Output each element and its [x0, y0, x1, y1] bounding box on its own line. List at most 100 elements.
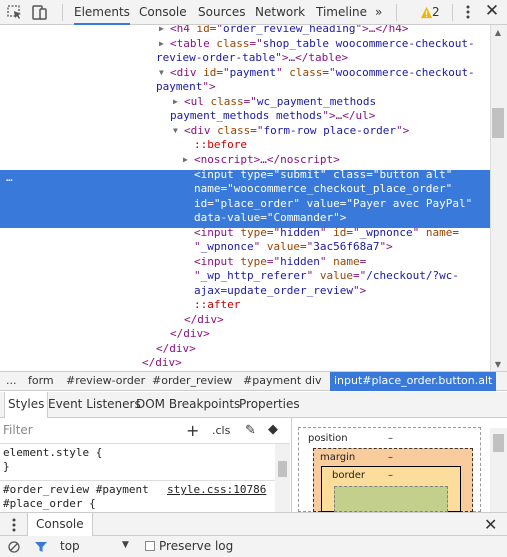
computed-styles-icon[interactable]: ◆: [268, 422, 278, 437]
clear-console-icon[interactable]: [8, 541, 20, 553]
box-model-margin-label: margin: [320, 452, 356, 463]
collapse-arrow-icon[interactable]: ▼: [159, 66, 164, 81]
expand-arrow-icon[interactable]: ▶: [159, 25, 164, 37]
more-tabs-button[interactable]: »: [375, 0, 382, 25]
breadcrumb-item[interactable]: div: [301, 372, 326, 391]
toolbar-separator: [62, 4, 63, 21]
dom-token: submit: [280, 168, 320, 181]
styles-filter-input[interactable]: Filter: [3, 423, 33, 437]
dom-node-table[interactable]: ▶ <table class="shop_table woocommerce-ch…: [159, 37, 507, 52]
drawer-tab-console[interactable]: Console: [27, 513, 93, 536]
breadcrumb-item[interactable]: #order_review: [148, 372, 236, 391]
dom-token: ": [319, 226, 334, 239]
dom-token: name: [425, 226, 453, 239]
dom-node-input-referer[interactable]: <input type="hidden" name=: [194, 255, 507, 270]
box-model-scrollbar-thumb[interactable]: [493, 434, 504, 452]
tab-console[interactable]: Console: [139, 0, 187, 25]
device-mode-icon[interactable]: [31, 3, 49, 21]
tab-elements[interactable]: Elements: [74, 0, 130, 25]
dom-node-input-place-order[interactable]: <input type="submit" class="button alt": [194, 168, 507, 183]
breadcrumb-item[interactable]: form: [24, 372, 58, 391]
expand-arrow-icon[interactable]: ▶: [183, 153, 188, 168]
dom-node-div-close[interactable]: </div>: [170, 327, 507, 342]
styles-scrollbar-thumb[interactable]: [278, 461, 287, 477]
dom-node-div-close[interactable]: </div>: [184, 313, 507, 328]
dom-node-div-payment-cont[interactable]: payment">: [156, 80, 507, 95]
dom-node-ul-cont[interactable]: payment_methods methods">…</ul>: [170, 109, 507, 124]
rule-selector[interactable]: #place_order {: [3, 497, 96, 511]
toggle-element-state-icon[interactable]: ✎: [245, 423, 256, 438]
dom-node-ul[interactable]: ▶ <ul class="wc_payment_methods: [173, 95, 507, 110]
expand-arrow-icon[interactable]: ▶: [159, 37, 164, 52]
breadcrumb-item[interactable]: #review-order: [62, 372, 149, 391]
rule-source-link[interactable]: style.css:10786: [167, 483, 266, 497]
dom-node-input-place-order-cont[interactable]: name="woocommerce_checkout_place_order": [194, 182, 507, 197]
dom-node-div-place-order[interactable]: ▼ <div class="form-row place-order">: [173, 124, 507, 139]
dom-token: Payer avec PayPal: [352, 197, 466, 210]
tab-styles[interactable]: Styles: [4, 392, 49, 418]
dom-node-after[interactable]: ::after: [194, 298, 507, 313]
preserve-log-checkbox[interactable]: [145, 541, 155, 551]
dom-node-input-referer-cont[interactable]: ajax=update_order_review">: [194, 284, 507, 299]
dom-token: =: [359, 255, 367, 268]
dom-node-div-close[interactable]: </div>: [156, 342, 507, 357]
dom-token: ">: [379, 240, 393, 253]
scroll-down-arrow-icon[interactable]: ▼: [493, 360, 503, 369]
dom-node-before[interactable]: ::before: [194, 138, 507, 153]
dom-token: <div: [170, 66, 204, 79]
dom-node-input-referer-cont[interactable]: "_wp_http_referer" value="/checkout/?wc-: [194, 269, 507, 284]
selected-node-ellipsis[interactable]: …: [6, 171, 13, 184]
rule-selector[interactable]: element.style {: [3, 446, 102, 460]
dom-token: ": [319, 168, 334, 181]
drawer-menu-icon[interactable]: [8, 518, 20, 532]
dom-token: <noscript>: [194, 153, 261, 166]
toolbar-separator: [452, 4, 453, 21]
dom-token: type: [240, 226, 267, 239]
collapse-arrow-icon[interactable]: ▼: [173, 124, 178, 139]
expand-arrow-icon[interactable]: ▶: [173, 95, 178, 110]
context-select[interactable]: top: [60, 539, 80, 553]
inspect-element-icon[interactable]: [6, 3, 24, 21]
dom-node-h4[interactable]: ▶ <h4 id="order_review_heading">…</h4>: [159, 25, 507, 37]
dom-node-div-close[interactable]: </div>: [142, 356, 507, 371]
dom-node-noscript[interactable]: ▶ <noscript>…</noscript>: [183, 153, 507, 168]
tab-dom-breakpoints[interactable]: DOM Breakpoints: [136, 392, 240, 418]
close-drawer-button[interactable]: ✕: [484, 515, 497, 534]
dom-token: hidden: [280, 255, 320, 268]
breadcrumb-item[interactable]: #payment: [239, 372, 305, 391]
dom-token: class: [210, 95, 244, 108]
dom-token: value: [306, 197, 340, 210]
chevron-down-icon[interactable]: ▼: [122, 540, 129, 550]
tab-network[interactable]: Network: [255, 0, 305, 25]
dom-token: =": [216, 66, 230, 79]
tab-sources[interactable]: Sources: [198, 0, 245, 25]
dom-node-input-wpnonce[interactable]: <input type="hidden" id="_wpnonce" name=: [194, 226, 507, 241]
dom-node-table-cont[interactable]: review-order-table">…</table>: [156, 51, 507, 66]
tab-event-listeners[interactable]: Event Listeners: [48, 392, 141, 418]
close-devtools-button[interactable]: ✕: [484, 3, 500, 20]
dom-line-content: id="place_order" value="Payer avec PayPa…: [194, 197, 472, 210]
tab-timeline[interactable]: Timeline: [316, 0, 367, 25]
dom-node-input-place-order-cont[interactable]: id="place_order" value="Payer avec PayPa…: [194, 197, 507, 212]
tab-properties[interactable]: Properties: [239, 392, 300, 418]
breadcrumb-item-current[interactable]: input#place_order.button.alt: [330, 372, 497, 391]
breadcrumb-item[interactable]: ...: [2, 372, 21, 391]
dom-node-input-place-order-cont[interactable]: data-value="Commander">: [194, 211, 507, 226]
dom-node-input-wpnonce-cont[interactable]: "_wpnonce" value="3ac56f68a7">: [194, 240, 507, 255]
filter-icon[interactable]: [34, 541, 48, 553]
warning-count[interactable]: 2: [432, 0, 440, 25]
scroll-up-arrow-icon[interactable]: ▲: [493, 28, 503, 37]
dom-node-div-payment[interactable]: ▼ <div id="payment" class="woocommerce-ch…: [159, 66, 507, 81]
dom-scrollbar[interactable]: [490, 25, 507, 371]
more-options-icon[interactable]: [466, 5, 470, 19]
element-classes-button[interactable]: .cls: [212, 424, 230, 437]
dom-line-content: "_wp_http_referer" value="/checkout/?wc-: [194, 269, 459, 282]
dom-scrollbar-thumb[interactable]: [492, 108, 504, 138]
box-model-position-value[interactable]: –: [388, 433, 393, 444]
box-model-margin-value[interactable]: –: [388, 452, 393, 463]
box-model-border-value[interactable]: –: [388, 470, 393, 481]
styles-scrollbar[interactable]: [275, 444, 290, 512]
new-style-rule-button[interactable]: +: [186, 421, 199, 440]
dom-token: data-value: [194, 211, 261, 224]
rule-selector[interactable]: #order_review #payment: [3, 483, 149, 497]
